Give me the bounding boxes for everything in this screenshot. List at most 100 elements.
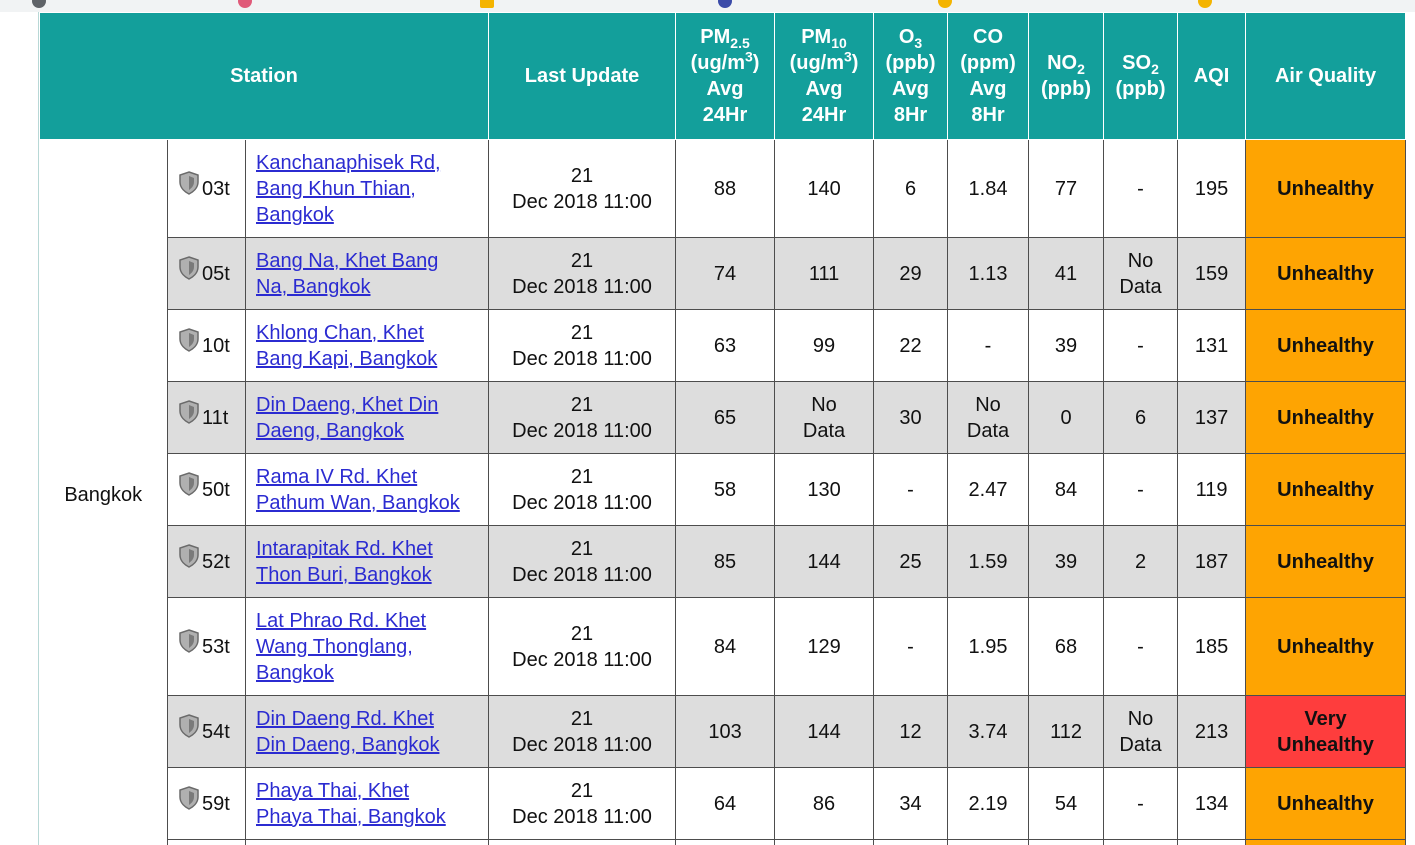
- pm10-value: 130: [774, 453, 875, 526]
- co-value: 2.47: [947, 453, 1030, 526]
- co-period: 8Hr: [971, 104, 1005, 126]
- co-value: 1.59: [947, 525, 1030, 598]
- table-cell: [1245, 839, 1407, 845]
- co-value: 1.13: [947, 237, 1030, 310]
- station-link[interactable]: Phaya Thai, Khet Phaya Thai, Bangkok: [256, 780, 446, 828]
- station-code-cell: 03t: [167, 139, 246, 238]
- station-link[interactable]: Bang Na, Khet Bang Na, Bangkok: [256, 250, 438, 298]
- pm10-value: 99: [774, 309, 875, 382]
- last-update-time: Dec 2018 11:00: [512, 347, 652, 370]
- pm25-value: 85: [675, 525, 776, 598]
- station-location-cell: Lat Phrao Rd. Khet Wang Thonglang, Bangkok: [244, 597, 490, 696]
- station-link[interactable]: Kanchanaphisek Rd, Bang Khun Thian, Bangko…: [256, 152, 441, 226]
- station-link-line: Bang Kapi, Bangkok: [256, 347, 438, 370]
- no2-value: 39: [1028, 525, 1105, 598]
- pm10-unit-pre: (ug/m: [789, 52, 844, 74]
- co-value: 1.84: [947, 139, 1030, 238]
- o3-unit: (ppb): [885, 52, 936, 74]
- pm25-unit-pre: (ug/m: [690, 52, 745, 74]
- aqi-value: 187: [1177, 525, 1247, 598]
- no2-value: 112: [1028, 695, 1105, 768]
- station-location-cell: Khlong Chan, Khet Bang Kapi, Bangkok: [244, 309, 490, 382]
- pm25-avg: Avg: [706, 78, 744, 100]
- table-cell: [167, 839, 246, 845]
- air-quality-badge: Unhealthy: [1245, 237, 1407, 310]
- so2-value: No Data: [1103, 237, 1179, 310]
- no-data-label: No Data: [966, 393, 1010, 442]
- pm10-value: 86: [774, 767, 875, 840]
- station-link[interactable]: Khlong Chan, Khet Bang Kapi, Bangkok: [256, 322, 437, 370]
- air-quality-badge: Unhealthy: [1245, 453, 1407, 526]
- station-link-line: Din Daeng, Khet Din: [256, 393, 439, 416]
- aqi-value: 195: [1177, 139, 1247, 238]
- bookmark-favicon-icon[interactable]: [1198, 0, 1212, 8]
- station-location-cell: Din Daeng Rd. Khet Din Daeng, Bangkok: [244, 695, 490, 768]
- bookmark-favicon-icon[interactable]: [32, 0, 46, 8]
- so2-name: SO: [1122, 52, 1152, 74]
- co-value: 1.95: [947, 597, 1030, 696]
- pm10-value: No Data: [774, 381, 875, 454]
- table-cell: [1028, 839, 1105, 845]
- last-update-day: 21: [570, 622, 594, 645]
- last-update-cell: 21 Dec 2018 11:00: [488, 695, 677, 768]
- station-link[interactable]: Intarapitak Rd. Khet Thon Buri, Bangkok: [256, 538, 433, 586]
- station-link-line: Kanchanaphisek Rd,: [256, 151, 441, 174]
- co-unit: (ppm): [960, 52, 1016, 74]
- station-link[interactable]: Din Daeng Rd. Khet Din Daeng, Bangkok: [256, 708, 439, 756]
- shield-icon: [178, 472, 200, 497]
- table-row: 59t Phaya Thai, Khet Phaya Thai, Bangkok 21…: [40, 767, 1407, 840]
- table-cell: [488, 839, 677, 845]
- station-location-cell: Kanchanaphisek Rd, Bang Khun Thian, Bangko…: [244, 139, 490, 238]
- station-code-cell: 05t: [167, 237, 246, 310]
- station-link-line: Din Daeng, Bangkok: [256, 733, 440, 756]
- last-update-time: Dec 2018 11:00: [512, 733, 652, 756]
- air-quality-badge: Unhealthy: [1245, 525, 1407, 598]
- bookmark-favicon-icon[interactable]: [238, 0, 252, 8]
- air-quality-badge: Unhealthy: [1245, 139, 1407, 238]
- header-o3: O3 (ppb) Avg 8Hr: [873, 12, 949, 140]
- o3-value: 22: [873, 309, 949, 382]
- station-link-line: Bang Khun Thian,: [256, 177, 416, 200]
- header-co: CO (ppm) Avg 8Hr: [947, 12, 1030, 140]
- last-update-time: Dec 2018 11:00: [512, 648, 652, 671]
- so2-unit: (ppb): [1115, 78, 1166, 100]
- bookmark-favicon-icon[interactable]: [938, 0, 952, 8]
- last-update-day: 21: [570, 707, 594, 730]
- aqi-value: 185: [1177, 597, 1247, 696]
- o3-value: -: [873, 453, 949, 526]
- pm10-value: 129: [774, 597, 875, 696]
- no-data-label: No Data: [802, 393, 846, 442]
- co-value: No Data: [947, 381, 1030, 454]
- station-link-line: Thon Buri, Bangkok: [256, 563, 432, 586]
- station-code: 05t: [202, 262, 230, 285]
- aqi-value: 131: [1177, 309, 1247, 382]
- bookmark-favicon-icon[interactable]: [718, 0, 732, 8]
- station-link-line: Din Daeng Rd. Khet: [256, 707, 434, 730]
- station-link[interactable]: Lat Phrao Rd. Khet Wang Thonglang, Bangkok: [256, 610, 426, 684]
- shield-icon: [178, 544, 200, 569]
- last-update-day: 21: [570, 393, 594, 416]
- pm10-value: 111: [774, 237, 875, 310]
- pm25-value: 84: [675, 597, 776, 696]
- last-update-day: 21: [570, 779, 594, 802]
- bookmark-favicon-icon[interactable]: [480, 0, 494, 8]
- aqi-value: 119: [1177, 453, 1247, 526]
- so2-value: -: [1103, 139, 1179, 238]
- pm25-period: 24Hr: [702, 104, 748, 126]
- last-update-cell: 21 Dec 2018 11:00: [488, 237, 677, 310]
- air-quality-badge: Unhealthy: [1245, 309, 1407, 382]
- co-name: CO: [973, 26, 1004, 48]
- station-link[interactable]: Din Daeng, Khet Din Daeng, Bangkok: [256, 394, 438, 442]
- station-code-cell: 11t: [167, 381, 246, 454]
- shield-icon: [178, 629, 200, 654]
- station-link[interactable]: Rama IV Rd. Khet Pathum Wan, Bangkok: [256, 466, 460, 514]
- header-aqi: AQI: [1177, 12, 1247, 140]
- pm25-unit-post: ): [752, 52, 760, 74]
- o3-value: -: [873, 597, 949, 696]
- pm25-value: 63: [675, 309, 776, 382]
- table-cell: [774, 839, 875, 845]
- last-update-time: Dec 2018 11:00: [512, 805, 652, 828]
- no2-value: 41: [1028, 237, 1105, 310]
- table-row: 54t Din Daeng Rd. Khet Din Daeng, Bangkok 2…: [40, 695, 1407, 768]
- table-row: Bangkok 03t Kanchanaphisek Rd, Bang Khun Th…: [39, 139, 1407, 845]
